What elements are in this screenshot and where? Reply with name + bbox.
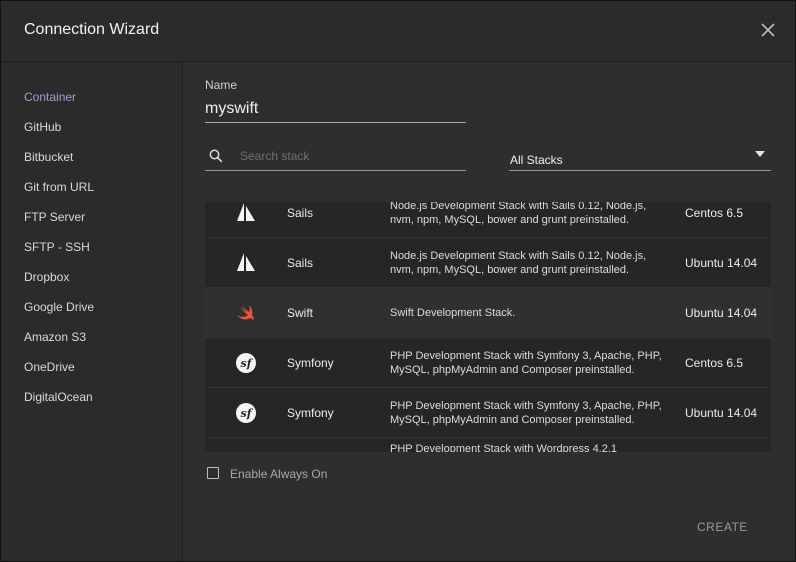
stack-description: PHP Development Stack with Wordpress 4.2… [390,443,618,452]
stack-os: Centos 6.5 [685,206,744,220]
search-field[interactable]: Search stack [205,146,466,171]
search-input[interactable]: Search stack [240,149,309,163]
sidebar-item-git-from-url[interactable]: Git from URL [24,180,94,194]
stack-row[interactable]: Sails Node.js Development Stack with Sai… [205,202,771,238]
stack-os: Ubuntu 14.04 [685,256,758,270]
symfony-icon: sf [236,403,256,423]
stack-row[interactable]: sf Symfony PHP Development Stack with Sy… [205,338,771,388]
stack-filter-value: All Stacks [510,153,563,167]
sidebar: Container GitHub Bitbucket Git from URL … [1,62,183,561]
stack-name: Sails [287,256,314,270]
sidebar-item-google-drive[interactable]: Google Drive [24,300,94,314]
stack-filter-select[interactable]: All Stacks [509,146,771,171]
stack-description: Swift Development Stack. [390,306,516,319]
stack-description: PHP Development Stack with Symfony 3, Ap… [390,349,662,376]
name-label: Name [205,78,238,92]
stack-name: Swift [287,306,314,320]
stack-os: Centos 6.5 [685,356,744,370]
stack-os: Ubuntu 14.04 [685,306,758,320]
connection-wizard-dialog: Connection Wizard Container GitHub Bitbu… [0,0,796,562]
sidebar-item-ftp-server[interactable]: FTP Server [24,210,85,224]
chevron-down-icon [755,151,765,157]
search-icon [209,149,223,163]
sidebar-item-container[interactable]: Container [24,90,76,104]
always-on-checkbox[interactable] [207,467,219,479]
stack-os: Ubuntu 14.04 [685,406,758,420]
close-icon[interactable] [759,21,777,39]
create-button[interactable]: CREATE [697,520,748,534]
always-on-label: Enable Always On [230,467,328,481]
dialog-header: Connection Wizard [1,1,795,62]
stack-row-selected[interactable]: Swift Swift Development Stack. Ubuntu 14… [205,288,771,338]
stack-description: PHP Development Stack with Symfony 3, Ap… [390,399,662,426]
sails-icon [237,253,255,271]
stack-row[interactable]: Sails Node.js Development Stack with Sai… [205,238,771,288]
stack-row[interactable]: sf Symfony PHP Development Stack with Sy… [205,388,771,438]
sidebar-item-bitbucket[interactable]: Bitbucket [24,150,73,164]
stack-name: Symfony [287,406,334,420]
sails-icon [237,203,255,221]
stack-name: Sails [287,206,314,220]
sidebar-item-github[interactable]: GitHub [24,120,61,134]
name-input[interactable]: myswift [205,100,466,123]
sidebar-item-amazon-s3[interactable]: Amazon S3 [24,330,86,344]
main-panel: Name myswift Search stack All Stacks Sai… [183,62,795,561]
stack-description: Node.js Development Stack with Sails 0.1… [390,249,647,276]
swift-icon [237,305,254,320]
sidebar-item-sftp-ssh[interactable]: SFTP - SSH [24,240,90,254]
symfony-icon: sf [236,353,256,373]
stack-description: Node.js Development Stack with Sails 0.1… [390,202,647,226]
sidebar-item-digitalocean[interactable]: DigitalOcean [24,390,93,404]
stack-row[interactable]: PHP Development Stack with Wordpress 4.2… [205,438,771,452]
stack-list[interactable]: Sails Node.js Development Stack with Sai… [205,202,771,452]
stack-name: Symfony [287,356,334,370]
dialog-title: Connection Wizard [24,21,160,38]
sidebar-item-dropbox[interactable]: Dropbox [24,270,69,284]
sidebar-item-onedrive[interactable]: OneDrive [24,360,75,374]
